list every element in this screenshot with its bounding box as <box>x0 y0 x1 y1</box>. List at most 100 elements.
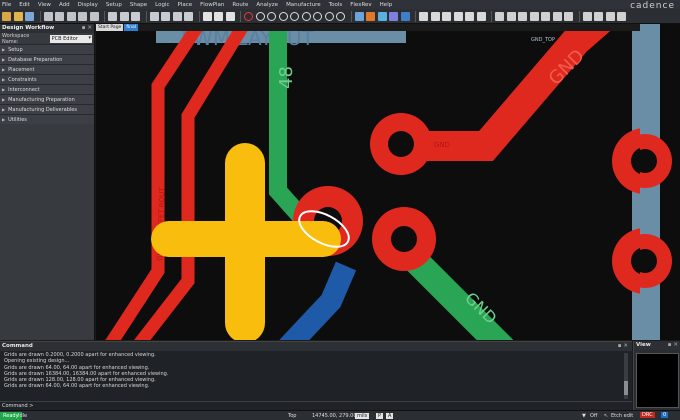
copy-icon[interactable] <box>55 11 64 21</box>
etch-icon[interactable]: ↖ <box>604 413 608 419</box>
menu-place[interactable]: Place <box>178 2 193 8</box>
move-icon[interactable] <box>43 11 53 21</box>
hand-icon[interactable] <box>202 11 212 21</box>
ratsnest-icon[interactable] <box>442 11 451 21</box>
zoom-world-icon[interactable] <box>290 11 299 21</box>
zoom-out-icon[interactable] <box>278 11 288 21</box>
command-scrollbar[interactable] <box>624 353 628 399</box>
shape-icon[interactable] <box>495 11 504 21</box>
menu-help[interactable]: Help <box>380 2 393 8</box>
menu-setup[interactable]: Setup <box>106 2 122 8</box>
delete-icon[interactable] <box>66 11 76 21</box>
zoom-center-icon[interactable] <box>324 11 334 21</box>
add-connect-icon[interactable] <box>149 11 159 21</box>
menu-shape[interactable]: Shape <box>130 2 147 8</box>
yellow-pad-vertical[interactable] <box>225 143 265 340</box>
workflow-item-placement[interactable]: ▶ Placement <box>0 64 94 74</box>
text-icon[interactable] <box>214 11 223 21</box>
expand-triangle-icon: ▶ <box>2 87 6 92</box>
workflow-item-interconnect[interactable]: ▶ Interconnect <box>0 84 94 94</box>
probe-icon[interactable] <box>119 11 129 21</box>
zoom-in-icon[interactable] <box>267 11 276 21</box>
workflow-item-constraints[interactable]: ▶ Constraints <box>0 74 94 84</box>
menu-flexrev[interactable]: FlexRev <box>350 2 371 8</box>
menu-display[interactable]: Display <box>78 2 98 8</box>
workflow-item-setup[interactable]: ▶ Setup <box>0 44 94 54</box>
fanout-icon[interactable] <box>184 11 193 21</box>
zoom-previous-icon[interactable] <box>301 11 311 21</box>
workflow-item-label: Utilities <box>8 116 27 123</box>
3d-view-icon[interactable] <box>354 11 364 21</box>
nc-drill-icon[interactable] <box>594 11 603 21</box>
shadow-icon[interactable] <box>377 11 387 21</box>
filter-icon[interactable]: ▼ <box>582 413 586 419</box>
constraint-manager-icon[interactable] <box>605 11 615 21</box>
dimension-icon[interactable] <box>541 11 550 21</box>
menu-analyze[interactable]: Analyze <box>256 2 278 8</box>
tab-final[interactable]: final <box>124 24 139 31</box>
menu-route[interactable]: Route <box>232 2 248 8</box>
drc-icon[interactable] <box>552 11 562 21</box>
arrow-icon[interactable] <box>617 11 626 21</box>
workflow-item-manufacturing-deliverables[interactable]: ▶ Manufacturing Deliverables <box>0 104 94 114</box>
shape-edit-icon[interactable] <box>506 11 516 21</box>
report-icon[interactable] <box>564 11 573 21</box>
panel-controls-icon[interactable]: ▪ ✕ <box>618 343 628 349</box>
pcb-canvas[interactable]: PWM LAYOUT GND_TOP GND5/MOSFET ROUT 48 G… <box>96 31 640 340</box>
menu-logic[interactable]: Logic <box>155 2 169 8</box>
zoom-selection-icon[interactable] <box>336 11 345 21</box>
command-input[interactable]: Command > <box>0 401 632 410</box>
undo-icon[interactable] <box>78 11 87 21</box>
new-file-icon[interactable] <box>2 11 11 21</box>
workflow-item-manufacturing-preparation[interactable]: ▶ Manufacturing Preparation <box>0 94 94 104</box>
zoom-points-icon[interactable] <box>313 11 322 21</box>
workflow-item-utilities[interactable]: ▶ Utilities <box>0 114 94 124</box>
workflow-item-label: Manufacturing Preparation <box>8 96 75 103</box>
scrollbar-thumb[interactable] <box>624 381 628 395</box>
save-icon[interactable] <box>25 11 34 21</box>
via-icon[interactable] <box>172 11 182 21</box>
tab-start-page[interactable]: Start Page <box>96 24 124 31</box>
panel-controls-icon[interactable]: ▪ ✕ <box>82 25 92 31</box>
pick-icon[interactable] <box>108 11 117 21</box>
menu-manufacture[interactable]: Manufacture <box>286 2 321 8</box>
artwork-icon[interactable] <box>582 11 592 21</box>
panel-title: Design Workflow ▪ ✕ <box>0 24 94 33</box>
color-icon[interactable] <box>366 11 375 21</box>
world-view-minimap[interactable] <box>636 353 679 408</box>
workflow-item-database-preparation[interactable]: ▶ Database Preparation <box>0 54 94 64</box>
units-select[interactable]: mils <box>355 413 370 419</box>
zoom-fit-icon[interactable] <box>255 11 265 21</box>
menu-add[interactable]: Add <box>59 2 70 8</box>
open-folder-icon[interactable] <box>13 11 23 21</box>
menu-tools[interactable]: Tools <box>329 2 343 8</box>
panel-controls-icon[interactable]: ▪ ✕ <box>668 342 678 348</box>
drc-indicator[interactable]: DRC <box>640 412 655 418</box>
a-button[interactable]: A <box>386 413 394 419</box>
menu-file[interactable]: File <box>2 2 11 8</box>
void-icon[interactable] <box>518 11 527 21</box>
dehighlight-icon[interactable] <box>476 11 486 21</box>
menu-edit[interactable]: Edit <box>19 2 30 8</box>
unrats-icon[interactable] <box>453 11 463 21</box>
visibility-icon[interactable] <box>389 11 398 21</box>
eye-icon[interactable] <box>419 11 428 21</box>
show-element-icon[interactable] <box>131 11 140 21</box>
menu-flowplan[interactable]: FlowPlan <box>200 2 224 8</box>
grid-icon[interactable] <box>430 11 440 21</box>
p-button[interactable]: P <box>376 413 384 419</box>
toolbar-separator <box>39 10 41 22</box>
status-bar: Ready Idle Top 14745.00, 279.00 mils P A… <box>0 410 680 420</box>
layer-icon[interactable] <box>400 11 410 21</box>
workspace-select[interactable]: PCB Editor ▾ <box>49 34 92 43</box>
menu-view[interactable]: View <box>38 2 51 8</box>
highlight-icon[interactable] <box>465 11 474 21</box>
slide-icon[interactable] <box>161 11 170 21</box>
circle-icon[interactable] <box>244 11 253 21</box>
merge-icon[interactable] <box>529 11 539 21</box>
expand-triangle-icon: ▶ <box>2 77 6 82</box>
active-layer[interactable]: Top <box>288 413 296 419</box>
select-icon[interactable] <box>225 11 235 21</box>
redo-icon[interactable] <box>89 11 99 21</box>
workflow-item-label: Interconnect <box>8 86 40 93</box>
